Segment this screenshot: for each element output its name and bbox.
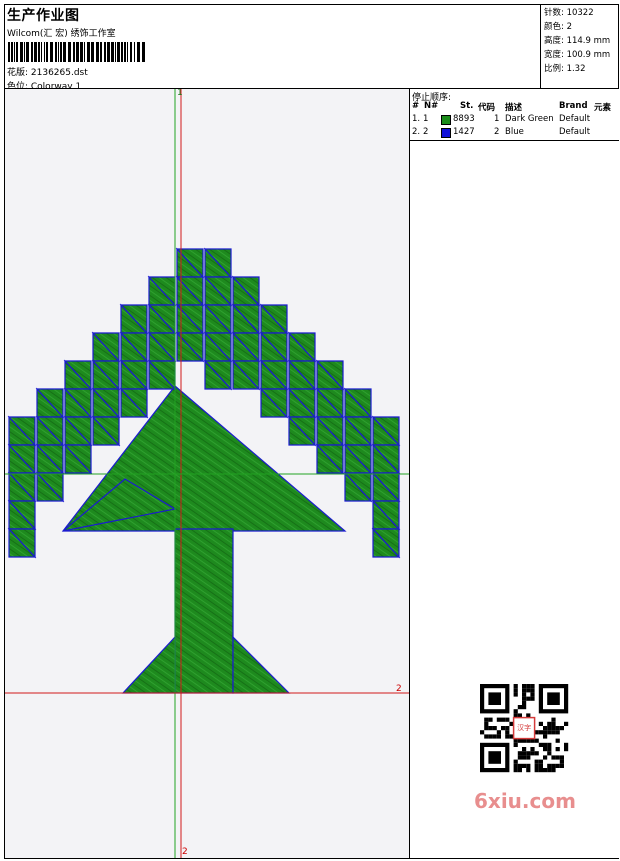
col-description: 描述: [505, 103, 523, 113]
color-swatch: [441, 115, 451, 125]
stitch-count: 针数: 10322: [544, 8, 594, 18]
tree-design: [7, 247, 401, 694]
design-height: 高度: 114.9 mm: [544, 36, 611, 46]
row-description: Blue: [505, 127, 524, 137]
embroidery-preview: [5, 89, 409, 858]
row-code: 1: [494, 114, 500, 124]
design-file-label: 花版: 2136265.dst: [7, 68, 88, 78]
row-description: Dark Green: [505, 114, 554, 124]
col-element: 元素: [594, 103, 612, 113]
studio-name: Wilcom(汇 宏) 绣饰工作室: [7, 29, 116, 39]
row-needle: 1: [423, 114, 429, 124]
design-stats: 针数: 10322 颜色: 2 高度: 114.9 mm 宽度: 100.9 m…: [540, 4, 619, 88]
row-code: 2: [494, 127, 500, 137]
marker-top: 1: [177, 89, 183, 98]
col-needle: N#: [424, 101, 439, 111]
row-index: 2.: [412, 127, 421, 137]
stitch-shape: [232, 635, 291, 694]
design-preview-canvas[interactable]: 1 2 2: [5, 89, 409, 858]
design-width: 宽度: 100.9 mm: [544, 50, 611, 60]
design-scale: 比例: 1.32: [544, 64, 586, 74]
stitch-shape: [174, 528, 234, 694]
table-row[interactable]: 1. 1 8893 1 Dark Green Default: [410, 114, 619, 127]
row-brand: Default: [559, 114, 591, 124]
marker-bottom: 2: [182, 847, 188, 857]
page-title: 生产作业图: [7, 8, 80, 24]
watermark-text: 6xiu.com: [474, 789, 576, 813]
col-stitches: St.: [460, 101, 474, 111]
header-info: 生产作业图 Wilcom(汇 宏) 绣饰工作室 花版: 2136265.dst …: [5, 5, 540, 92]
barcode-image: [8, 42, 145, 62]
stitch-shape: [121, 635, 176, 694]
row-stitches: 8893: [453, 114, 475, 124]
marker-right: 2: [396, 684, 402, 694]
table-row[interactable]: 2. 2 1427 2 Blue Default: [410, 127, 619, 140]
color-count: 颜色: 2: [544, 22, 572, 32]
row-stitches: 1427: [453, 127, 475, 137]
col-brand: Brand: [559, 101, 588, 111]
col-index: #: [412, 101, 420, 111]
row-needle: 2: [423, 127, 429, 137]
qr-code-image: 汉字: [470, 680, 582, 780]
table-divider: [410, 140, 619, 141]
row-brand: Default: [559, 127, 591, 137]
svg-text:汉字: 汉字: [517, 723, 531, 732]
color-swatch: [441, 128, 451, 138]
col-code: 代码: [478, 103, 496, 113]
table-header: # N# St. 代码 描述 Brand 元素: [410, 101, 619, 113]
row-index: 1.: [412, 114, 421, 124]
